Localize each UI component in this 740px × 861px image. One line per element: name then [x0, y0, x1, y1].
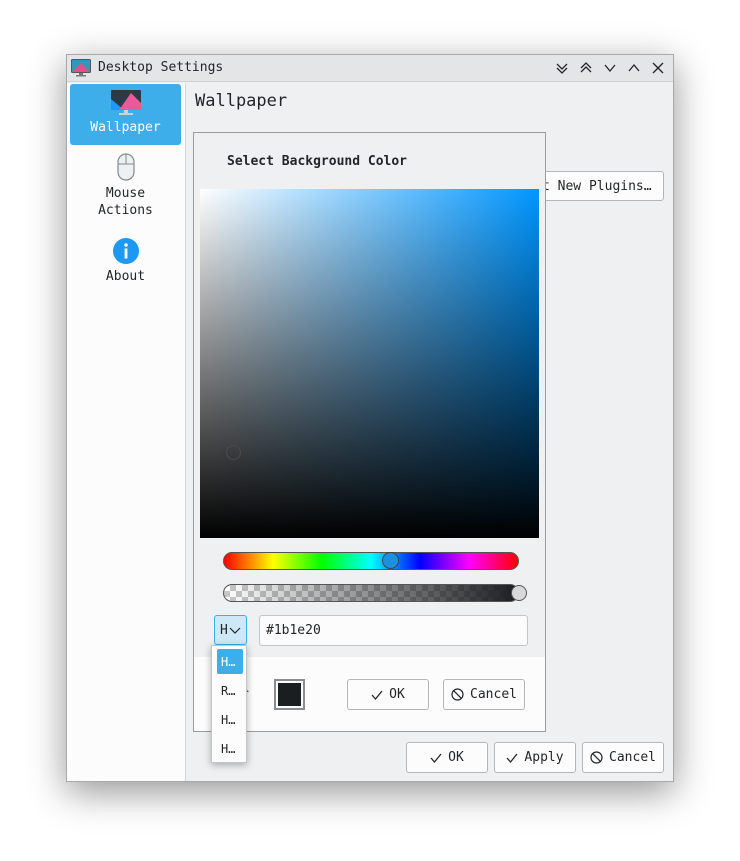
dialog-ok-label: OK	[389, 687, 405, 702]
color-mode-option[interactable]: H…	[217, 707, 243, 732]
check-icon	[506, 753, 518, 763]
color-mode-option[interactable]: R…	[217, 678, 243, 703]
hex-color-value: #1b1e20	[266, 623, 321, 638]
color-dialog: Select Background Color H #1b1e20 r OK C…	[193, 132, 546, 732]
cancel-button[interactable]: Cancel	[582, 742, 664, 773]
info-icon	[112, 238, 139, 264]
current-color-swatch[interactable]	[274, 679, 305, 710]
dialog-cancel-button[interactable]: Cancel	[443, 679, 525, 710]
apply-label: Apply	[524, 750, 564, 765]
get-new-plugins-button[interactable]: t New Plugins…	[537, 171, 664, 201]
alpha-slider-handle[interactable]	[511, 585, 527, 601]
sidebar: Wallpaper Mouse Actions About	[67, 83, 186, 781]
maximize-icon[interactable]	[625, 59, 643, 77]
color-picker-cursor[interactable]	[226, 445, 241, 460]
ok-label: OK	[448, 750, 464, 765]
title-bar[interactable]: Desktop Settings	[67, 55, 673, 82]
color-mode-select[interactable]: H	[214, 615, 247, 645]
page-title: Wallpaper	[195, 91, 288, 111]
check-icon	[371, 690, 383, 700]
keep-below-icon[interactable]	[553, 59, 571, 77]
sidebar-item-label: Mouse Actions	[98, 186, 153, 218]
keep-above-icon[interactable]	[577, 59, 595, 77]
color-mode-option[interactable]: H…	[217, 736, 243, 761]
sidebar-item-mouse-actions[interactable]: Mouse Actions	[70, 153, 181, 223]
cancel-icon	[451, 688, 464, 701]
dialog-cancel-label: Cancel	[470, 687, 517, 702]
get-new-plugins-label: t New Plugins…	[542, 178, 652, 194]
cancel-label: Cancel	[609, 750, 656, 765]
dialog-ok-button[interactable]: OK	[347, 679, 429, 710]
minimize-icon[interactable]	[601, 59, 619, 77]
color-mode-value: H	[220, 622, 228, 638]
alpha-slider[interactable]	[223, 584, 519, 602]
sidebar-item-about[interactable]: About	[70, 237, 181, 293]
monitor-icon	[110, 90, 141, 115]
dialog-title: Select Background Color	[227, 154, 408, 169]
close-icon[interactable]	[649, 59, 667, 77]
app-icon	[71, 59, 91, 77]
sidebar-item-label: About	[105, 269, 146, 284]
color-mode-dropdown: H… R… H… H…	[211, 645, 247, 763]
hex-color-input[interactable]: #1b1e20	[259, 615, 528, 646]
sidebar-item-wallpaper[interactable]: Wallpaper	[70, 84, 181, 145]
cancel-icon	[590, 751, 603, 764]
color-mode-option[interactable]: H…	[217, 649, 243, 674]
chevron-down-icon	[229, 627, 241, 634]
sidebar-item-label: Wallpaper	[90, 120, 161, 135]
mouse-icon	[116, 153, 135, 181]
check-icon	[430, 753, 442, 763]
apply-button[interactable]: Apply	[494, 742, 576, 773]
window-title: Desktop Settings	[98, 60, 224, 75]
hue-slider-handle[interactable]	[382, 552, 399, 569]
ok-button[interactable]: OK	[406, 742, 488, 773]
current-color-fill	[278, 683, 301, 706]
saturation-value-field[interactable]	[200, 189, 539, 538]
hue-slider[interactable]	[223, 552, 519, 570]
